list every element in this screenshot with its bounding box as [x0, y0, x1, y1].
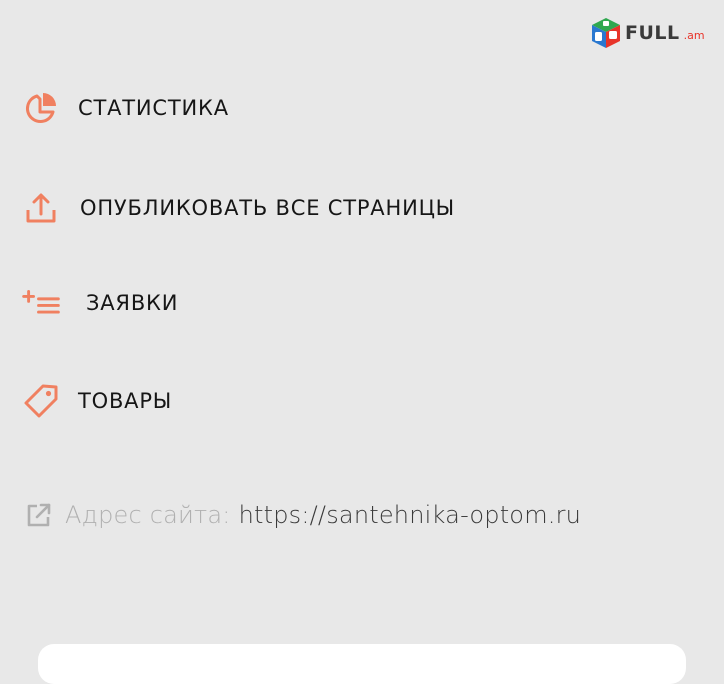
site-address: Адрес сайта: https://santehnika-optom.ru: [24, 500, 581, 530]
menu-item-orders[interactable]: ЗАЯВКИ: [22, 284, 178, 322]
add-list-icon: [22, 284, 60, 322]
tag-icon: [22, 382, 60, 420]
logo-text: FULL: [625, 22, 680, 44]
bottom-card: [38, 644, 686, 684]
menu-label-publish-all: ОПУБЛИКОВАТЬ ВСЕ СТРАНИЦЫ: [80, 196, 456, 220]
menu-label-orders: ЗАЯВКИ: [86, 291, 179, 315]
menu-label-statistics: СТАТИСТИКА: [78, 96, 229, 120]
full-am-logo[interactable]: FULL .am: [589, 15, 705, 51]
menu-item-publish-all[interactable]: ОПУБЛИКОВАТЬ ВСЕ СТРАНИЦЫ: [22, 189, 455, 227]
site-url-link[interactable]: https://santehnika-optom.ru: [239, 501, 582, 529]
logo-suffix: .am: [683, 28, 705, 42]
full-am-cube-logo: [592, 18, 620, 48]
external-link-icon[interactable]: [24, 500, 54, 530]
upload-icon: [22, 189, 60, 227]
pie-chart-icon: [22, 89, 60, 127]
site-address-label: Адрес сайта:: [65, 501, 231, 529]
menu-label-products: ТОВАРЫ: [78, 389, 173, 413]
menu-item-statistics[interactable]: СТАТИСТИКА: [22, 89, 229, 127]
menu-item-products[interactable]: ТОВАРЫ: [22, 382, 172, 420]
